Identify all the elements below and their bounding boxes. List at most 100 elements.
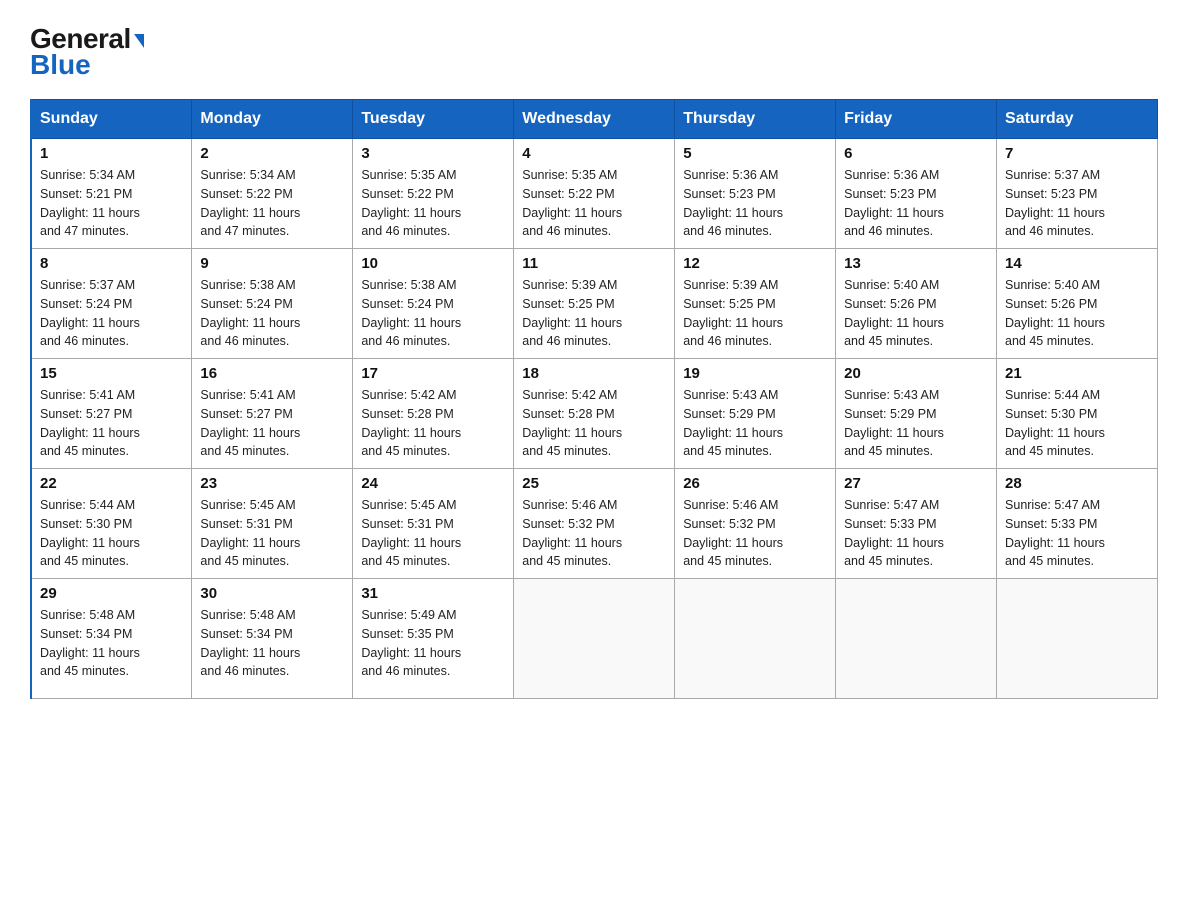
day-info: Sunrise: 5:46 AMSunset: 5:32 PMDaylight:… <box>683 496 827 571</box>
day-info: Sunrise: 5:34 AMSunset: 5:22 PMDaylight:… <box>200 166 344 241</box>
day-info: Sunrise: 5:47 AMSunset: 5:33 PMDaylight:… <box>1005 496 1149 571</box>
day-number: 15 <box>40 365 183 382</box>
calendar-cell: 5 Sunrise: 5:36 AMSunset: 5:23 PMDaylight… <box>675 139 836 249</box>
calendar-header: SundayMondayTuesdayWednesdayThursdayFrid… <box>31 100 1158 139</box>
day-info: Sunrise: 5:43 AMSunset: 5:29 PMDaylight:… <box>683 386 827 461</box>
day-info: Sunrise: 5:40 AMSunset: 5:26 PMDaylight:… <box>1005 276 1149 351</box>
calendar-cell: 14 Sunrise: 5:40 AMSunset: 5:26 PMDayligh… <box>997 249 1158 359</box>
calendar-cell <box>514 579 675 699</box>
calendar-cell: 22 Sunrise: 5:44 AMSunset: 5:30 PMDayligh… <box>31 469 192 579</box>
calendar-cell: 23 Sunrise: 5:45 AMSunset: 5:31 PMDayligh… <box>192 469 353 579</box>
calendar-cell: 27 Sunrise: 5:47 AMSunset: 5:33 PMDayligh… <box>836 469 997 579</box>
calendar-cell: 19 Sunrise: 5:43 AMSunset: 5:29 PMDayligh… <box>675 359 836 469</box>
logo-triangle-icon <box>134 34 144 48</box>
calendar-cell: 3Sunrise: 5:35 AMSunset: 5:22 PMDaylight… <box>353 139 514 249</box>
day-number: 14 <box>1005 255 1149 272</box>
header-day-thursday: Thursday <box>675 100 836 139</box>
day-info: Sunrise: 5:38 AMSunset: 5:24 PMDaylight:… <box>200 276 344 351</box>
calendar-cell: 16 Sunrise: 5:41 AMSunset: 5:27 PMDayligh… <box>192 359 353 469</box>
calendar-cell: 28 Sunrise: 5:47 AMSunset: 5:33 PMDayligh… <box>997 469 1158 579</box>
day-number: 25 <box>522 475 666 492</box>
day-number: 4 <box>522 145 666 162</box>
day-number: 26 <box>683 475 827 492</box>
calendar-cell: 7Sunrise: 5:37 AMSunset: 5:23 PMDaylight… <box>997 139 1158 249</box>
day-info: Sunrise: 5:35 AMSunset: 5:22 PMDaylight:… <box>522 166 666 241</box>
day-number: 21 <box>1005 365 1149 382</box>
logo: General Blue <box>30 20 144 79</box>
day-info: Sunrise: 5:40 AMSunset: 5:26 PMDaylight:… <box>844 276 988 351</box>
day-number: 24 <box>361 475 505 492</box>
day-number: 6 <box>844 145 988 162</box>
calendar-cell: 25 Sunrise: 5:46 AMSunset: 5:32 PMDayligh… <box>514 469 675 579</box>
calendar-table: SundayMondayTuesdayWednesdayThursdayFrid… <box>30 99 1158 699</box>
header-day-friday: Friday <box>836 100 997 139</box>
day-info: Sunrise: 5:48 AMSunset: 5:34 PMDaylight:… <box>200 606 344 681</box>
day-number: 13 <box>844 255 988 272</box>
calendar-cell: 20 Sunrise: 5:43 AMSunset: 5:29 PMDayligh… <box>836 359 997 469</box>
calendar-cell: 6 Sunrise: 5:36 AMSunset: 5:23 PMDaylight… <box>836 139 997 249</box>
day-number: 30 <box>200 585 344 602</box>
day-info: Sunrise: 5:41 AMSunset: 5:27 PMDaylight:… <box>200 386 344 461</box>
day-number: 9 <box>200 255 344 272</box>
day-info: Sunrise: 5:49 AMSunset: 5:35 PMDaylight:… <box>361 606 505 681</box>
day-info: Sunrise: 5:45 AMSunset: 5:31 PMDaylight:… <box>200 496 344 571</box>
calendar-cell: 15 Sunrise: 5:41 AMSunset: 5:27 PMDayligh… <box>31 359 192 469</box>
logo-blue: Blue <box>30 51 91 79</box>
header-row: SundayMondayTuesdayWednesdayThursdayFrid… <box>31 100 1158 139</box>
day-number: 5 <box>683 145 827 162</box>
day-number: 16 <box>200 365 344 382</box>
day-number: 23 <box>200 475 344 492</box>
day-number: 22 <box>40 475 183 492</box>
calendar-cell: 12Sunrise: 5:39 AMSunset: 5:25 PMDayligh… <box>675 249 836 359</box>
day-number: 19 <box>683 365 827 382</box>
calendar-cell: 17 Sunrise: 5:42 AMSunset: 5:28 PMDayligh… <box>353 359 514 469</box>
day-number: 20 <box>844 365 988 382</box>
calendar-cell: 31 Sunrise: 5:49 AMSunset: 5:35 PMDayligh… <box>353 579 514 699</box>
day-info: Sunrise: 5:36 AMSunset: 5:23 PMDaylight:… <box>844 166 988 241</box>
day-number: 17 <box>361 365 505 382</box>
day-info: Sunrise: 5:34 AMSunset: 5:21 PMDaylight:… <box>40 166 183 241</box>
week-row-5: 29 Sunrise: 5:48 AMSunset: 5:34 PMDayligh… <box>31 579 1158 699</box>
day-number: 27 <box>844 475 988 492</box>
day-info: Sunrise: 5:44 AMSunset: 5:30 PMDaylight:… <box>1005 386 1149 461</box>
day-number: 12 <box>683 255 827 272</box>
day-info: Sunrise: 5:39 AMSunset: 5:25 PMDaylight:… <box>522 276 666 351</box>
day-number: 10 <box>361 255 505 272</box>
day-number: 29 <box>40 585 183 602</box>
calendar-cell: 10 Sunrise: 5:38 AMSunset: 5:24 PMDayligh… <box>353 249 514 359</box>
calendar-cell: 30 Sunrise: 5:48 AMSunset: 5:34 PMDayligh… <box>192 579 353 699</box>
day-number: 28 <box>1005 475 1149 492</box>
calendar-cell: 13 Sunrise: 5:40 AMSunset: 5:26 PMDayligh… <box>836 249 997 359</box>
day-info: Sunrise: 5:36 AMSunset: 5:23 PMDaylight:… <box>683 166 827 241</box>
day-info: Sunrise: 5:35 AMSunset: 5:22 PMDaylight:… <box>361 166 505 241</box>
week-row-4: 22 Sunrise: 5:44 AMSunset: 5:30 PMDayligh… <box>31 469 1158 579</box>
day-info: Sunrise: 5:42 AMSunset: 5:28 PMDaylight:… <box>361 386 505 461</box>
day-number: 2 <box>200 145 344 162</box>
week-row-2: 8Sunrise: 5:37 AMSunset: 5:24 PMDaylight… <box>31 249 1158 359</box>
day-info: Sunrise: 5:44 AMSunset: 5:30 PMDaylight:… <box>40 496 183 571</box>
header-day-wednesday: Wednesday <box>514 100 675 139</box>
day-number: 11 <box>522 255 666 272</box>
calendar-cell: 29 Sunrise: 5:48 AMSunset: 5:34 PMDayligh… <box>31 579 192 699</box>
day-info: Sunrise: 5:46 AMSunset: 5:32 PMDaylight:… <box>522 496 666 571</box>
calendar-body: 1 Sunrise: 5:34 AMSunset: 5:21 PMDaylight… <box>31 139 1158 699</box>
day-info: Sunrise: 5:37 AMSunset: 5:23 PMDaylight:… <box>1005 166 1149 241</box>
header-day-sunday: Sunday <box>31 100 192 139</box>
calendar-cell <box>836 579 997 699</box>
header-day-tuesday: Tuesday <box>353 100 514 139</box>
calendar-cell: 11 Sunrise: 5:39 AMSunset: 5:25 PMDayligh… <box>514 249 675 359</box>
calendar-cell: 8Sunrise: 5:37 AMSunset: 5:24 PMDaylight… <box>31 249 192 359</box>
day-number: 31 <box>361 585 505 602</box>
week-row-1: 1 Sunrise: 5:34 AMSunset: 5:21 PMDaylight… <box>31 139 1158 249</box>
calendar-cell <box>997 579 1158 699</box>
day-info: Sunrise: 5:48 AMSunset: 5:34 PMDaylight:… <box>40 606 183 681</box>
day-info: Sunrise: 5:37 AMSunset: 5:24 PMDaylight:… <box>40 276 183 351</box>
day-info: Sunrise: 5:47 AMSunset: 5:33 PMDaylight:… <box>844 496 988 571</box>
day-info: Sunrise: 5:41 AMSunset: 5:27 PMDaylight:… <box>40 386 183 461</box>
calendar-cell: 2 Sunrise: 5:34 AMSunset: 5:22 PMDaylight… <box>192 139 353 249</box>
calendar-cell: 24Sunrise: 5:45 AMSunset: 5:31 PMDayligh… <box>353 469 514 579</box>
day-number: 1 <box>40 145 183 162</box>
day-info: Sunrise: 5:43 AMSunset: 5:29 PMDaylight:… <box>844 386 988 461</box>
day-info: Sunrise: 5:38 AMSunset: 5:24 PMDaylight:… <box>361 276 505 351</box>
calendar-cell: 26 Sunrise: 5:46 AMSunset: 5:32 PMDayligh… <box>675 469 836 579</box>
